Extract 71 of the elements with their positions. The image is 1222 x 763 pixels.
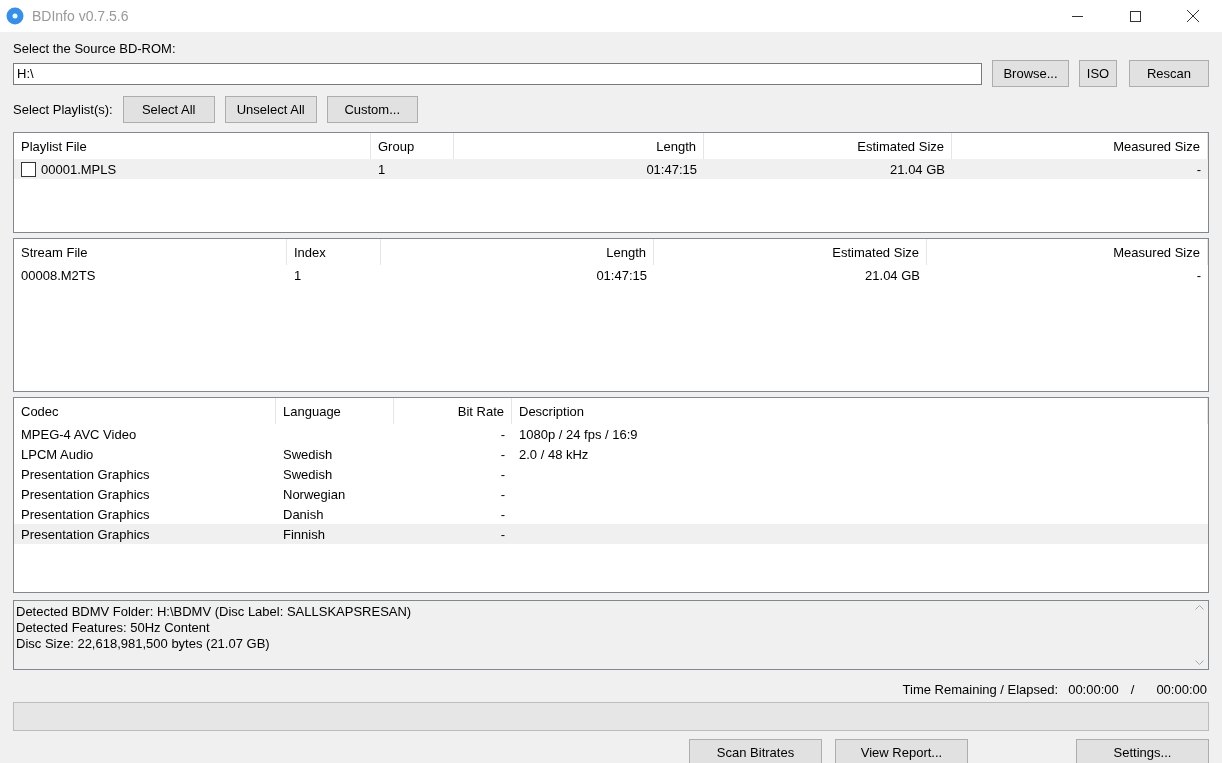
table-cell: MPEG-4 AVC Video [21, 426, 137, 442]
column-header[interactable]: Stream File [14, 239, 287, 265]
list-row[interactable]: MPEG-4 AVC Video - 1080p / 24 fps / 16:9 [14, 424, 1208, 444]
log-line: Disc Size: 22,618,981,500 bytes (21.07 GB) [16, 636, 271, 652]
list-row[interactable]: Presentation Graphics Danish - [14, 504, 1208, 524]
table-cell: Finnish [283, 526, 325, 542]
time-remaining: 00:00:00 [1068, 681, 1119, 697]
source-button[interactable]: Rescan [1129, 60, 1209, 87]
table-cell: - [500, 506, 505, 522]
source-label: Select the Source BD-ROM: [13, 41, 177, 56]
table-cell: - [500, 446, 505, 462]
checkbox[interactable] [21, 161, 36, 177]
table-cell: 1 [294, 267, 302, 283]
table-cell: Swedish [283, 466, 333, 482]
scan-bitrates-button[interactable]: Scan Bitrates [689, 739, 822, 763]
table-cell: 01:47:15 [596, 267, 647, 283]
table-cell: - [500, 426, 505, 442]
table-cell: - [500, 526, 505, 542]
table-cell: Presentation Graphics [21, 526, 150, 542]
table-cell: Presentation Graphics [21, 486, 150, 502]
table-cell: 21.04 GB [865, 267, 920, 283]
list-row[interactable]: Presentation Graphics Norwegian - [14, 484, 1208, 504]
disc-icon [6, 7, 24, 25]
view-report-button[interactable]: View Report... [835, 739, 968, 763]
table-cell: 1 [378, 161, 386, 177]
table-cell: 01:47:15 [646, 161, 697, 177]
playlist-button[interactable]: Select All [122, 96, 215, 123]
source-button[interactable]: ISO [1079, 60, 1117, 87]
table-cell: 2.0 / 48 kHz [519, 446, 589, 462]
column-header[interactable]: Measured Size [927, 239, 1208, 265]
column-header[interactable]: Bit Rate [394, 398, 512, 424]
time-separator: / [1130, 681, 1135, 697]
table-cell: - [1196, 267, 1201, 283]
playlist-button[interactable]: Custom... [326, 96, 418, 123]
table-cell: - [500, 486, 505, 502]
table-cell: Presentation Graphics [21, 466, 150, 482]
list-row[interactable]: Presentation Graphics Swedish - [14, 464, 1208, 484]
minimize-icon[interactable] [1071, 15, 1083, 17]
time-elapsed: 00:00:00 [1156, 681, 1207, 697]
log-line: Detected BDMV Folder: H:\BDMV (Disc Label: SALLSKAPSRESAN) [16, 604, 413, 620]
column-header[interactable]: Language [276, 398, 394, 424]
table-cell: Presentation Graphics [21, 506, 150, 522]
column-header[interactable]: Codec [14, 398, 276, 424]
playlist-label: Select Playlist(s): [13, 102, 113, 117]
source-button[interactable]: Browse... [992, 60, 1069, 87]
column-header[interactable]: Index [287, 239, 381, 265]
time-label: Time Remaining / Elapsed: [902, 681, 1059, 697]
close-icon[interactable] [1187, 10, 1199, 22]
column-header[interactable]: Length [381, 239, 654, 265]
playlist-button[interactable]: Unselect All [224, 96, 317, 123]
table-cell: 00001.MPLS [41, 161, 117, 177]
table-cell: - [500, 466, 505, 482]
column-header[interactable]: Description [512, 398, 1208, 424]
window-title: BDInfo v0.7.5.6 [32, 8, 129, 24]
table-cell: 1080p / 24 fps / 16:9 [519, 426, 638, 442]
table-cell: Norwegian [283, 486, 346, 502]
source-path-field[interactable]: H:\ [13, 62, 982, 85]
maximize-icon[interactable] [1129, 10, 1141, 22]
column-header[interactable]: Estimated Size [654, 239, 927, 265]
table-cell: LPCM Audio [21, 446, 94, 462]
log-line: Detected Features: 50Hz Content [16, 620, 211, 636]
table-cell: - [1196, 161, 1201, 177]
table-cell: Danish [283, 506, 324, 522]
list-row[interactable]: 00001.MPLS 1 01:47:15 21.04 GB - [14, 159, 1208, 179]
list-row[interactable]: Presentation Graphics Finnish - [14, 524, 1208, 544]
table-cell: 00008.M2TS [21, 267, 96, 283]
list-row[interactable]: LPCM Audio Swedish - 2.0 / 48 kHz [14, 444, 1208, 464]
table-cell: 21.04 GB [890, 161, 945, 177]
table-cell: Swedish [283, 446, 333, 462]
settings-button[interactable]: Settings... [1076, 739, 1209, 763]
list-row[interactable]: 00008.M2TS 1 01:47:15 21.04 GB - [14, 265, 1208, 285]
